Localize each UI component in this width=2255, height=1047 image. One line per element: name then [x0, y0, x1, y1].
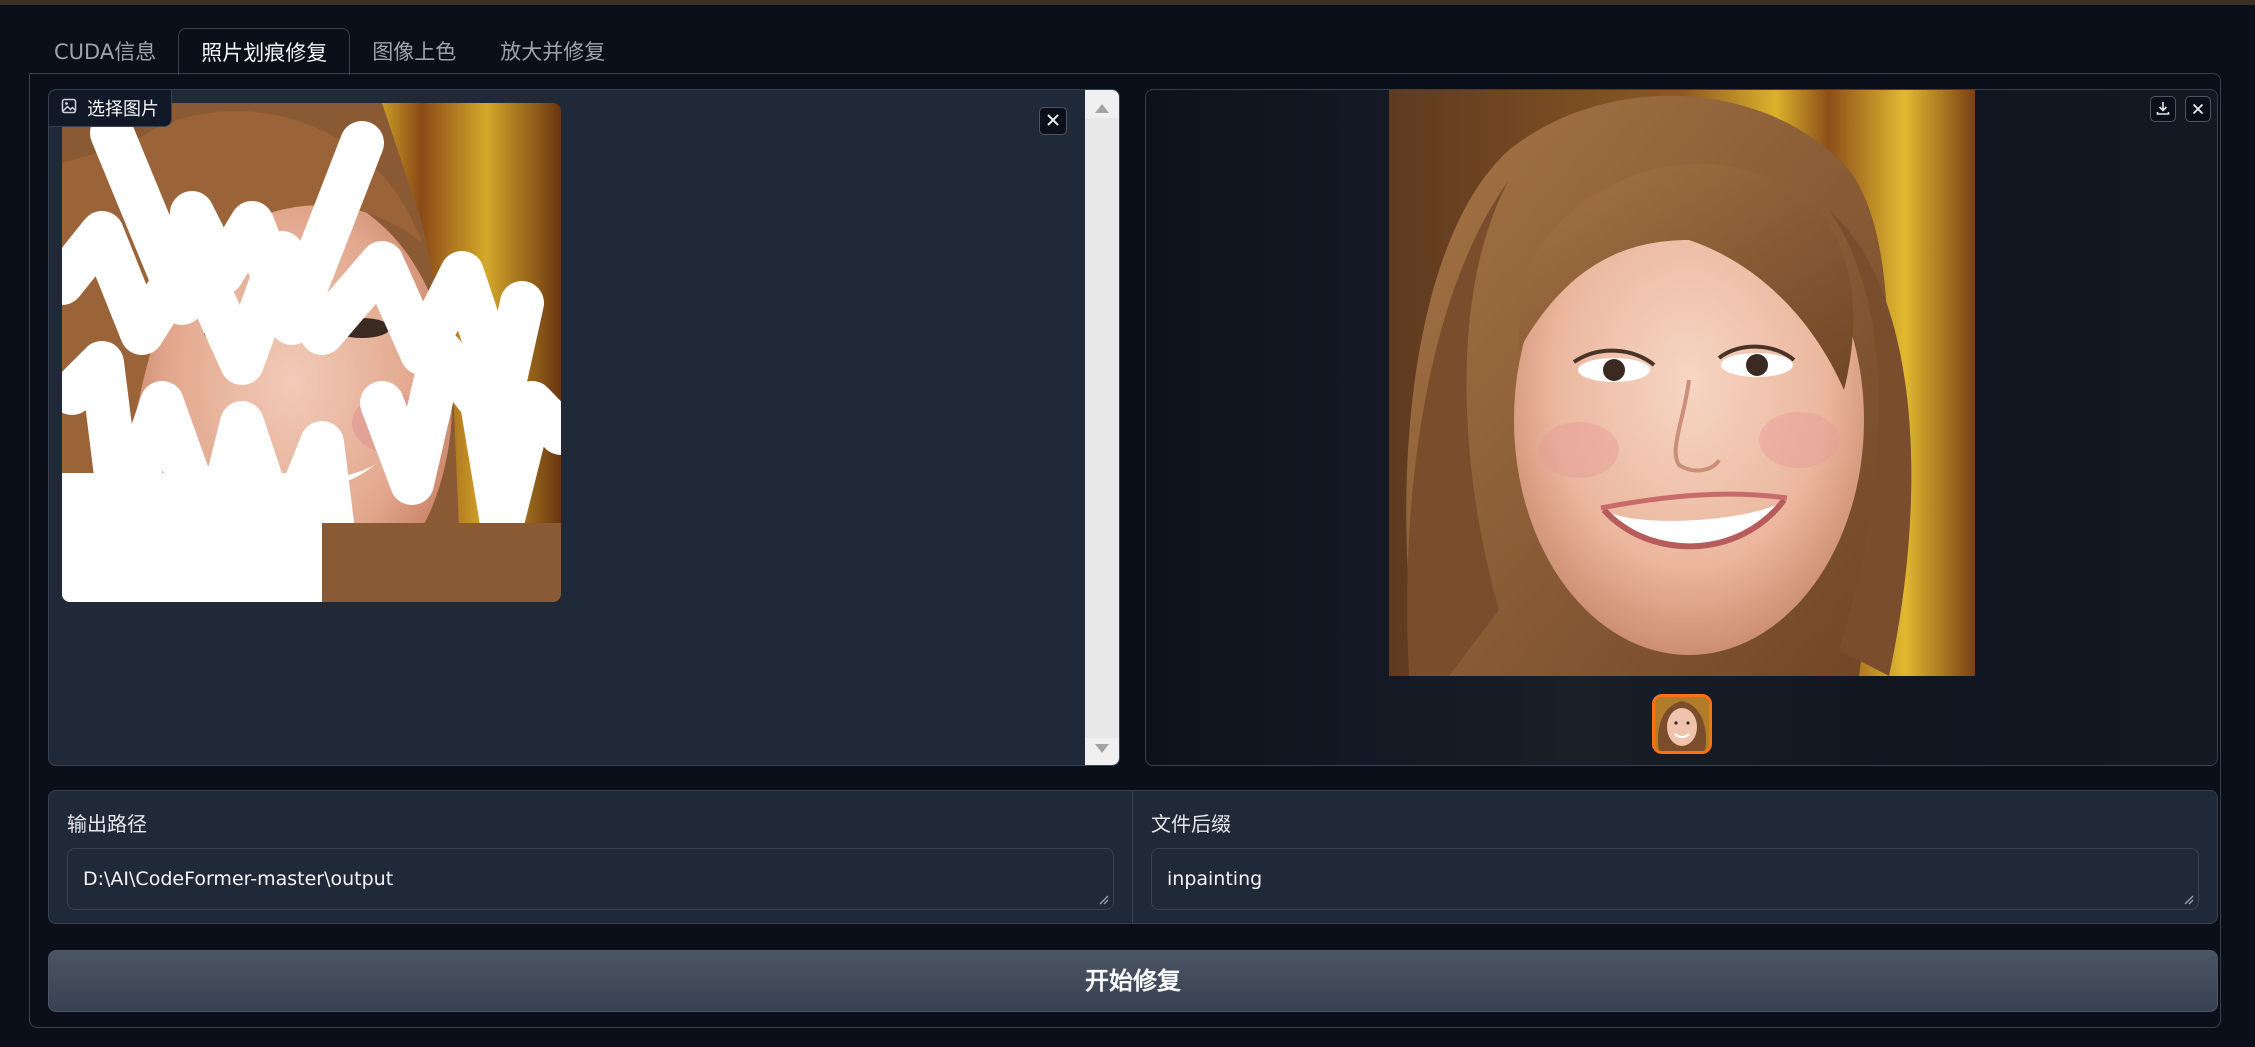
- close-icon: [1046, 112, 1060, 131]
- file-suffix-value: inpainting: [1167, 868, 1263, 890]
- output-gallery-panel: [1145, 89, 2218, 766]
- output-path-value: D:\AI\CodeFormer-master\output: [83, 868, 394, 890]
- download-icon: [2156, 100, 2170, 119]
- input-image-label: 选择图片: [49, 90, 172, 127]
- close-icon: [2192, 100, 2204, 119]
- tab-image-colorize[interactable]: 图像上色: [350, 28, 478, 72]
- image-icon: [61, 98, 77, 118]
- resize-handle-icon[interactable]: [1097, 893, 1109, 905]
- file-suffix-input[interactable]: inpainting: [1151, 848, 2199, 910]
- output-path-input[interactable]: D:\AI\CodeFormer-master\output: [67, 848, 1114, 910]
- output-path-label: 输出路径: [67, 812, 147, 836]
- tab-upscale-repair[interactable]: 放大并修复: [478, 28, 627, 72]
- input-scratched-photo[interactable]: [62, 103, 561, 602]
- window-top-border: [0, 0, 2255, 5]
- file-suffix-block: 文件后缀 inpainting: [1132, 790, 2218, 924]
- output-path-block: 输出路径 D:\AI\CodeFormer-master\output: [48, 790, 1133, 924]
- scroll-down-arrow-icon[interactable]: [1095, 744, 1109, 753]
- gallery-thumbnail[interactable]: [1652, 694, 1712, 754]
- download-button[interactable]: [2150, 96, 2176, 122]
- scrollbar-thumb[interactable]: [1085, 118, 1119, 738]
- input-scrollbar[interactable]: [1085, 90, 1119, 765]
- tab-photo-scratch-repair[interactable]: 照片划痕修复: [178, 28, 351, 75]
- input-image-panel[interactable]: 选择图片: [48, 89, 1120, 766]
- tab-cuda-info[interactable]: CUDA信息: [32, 28, 178, 72]
- start-repair-button[interactable]: 开始修复: [48, 950, 2218, 1012]
- output-restored-photo[interactable]: [1389, 90, 1975, 676]
- resize-handle-icon[interactable]: [2182, 893, 2194, 905]
- close-gallery-button[interactable]: [2185, 96, 2211, 122]
- file-suffix-label: 文件后缀: [1151, 812, 1231, 836]
- clear-input-button[interactable]: [1039, 107, 1067, 135]
- scroll-up-arrow-icon[interactable]: [1095, 104, 1109, 113]
- tab-bar: CUDA信息 照片划痕修复 图像上色 放大并修复: [32, 28, 627, 75]
